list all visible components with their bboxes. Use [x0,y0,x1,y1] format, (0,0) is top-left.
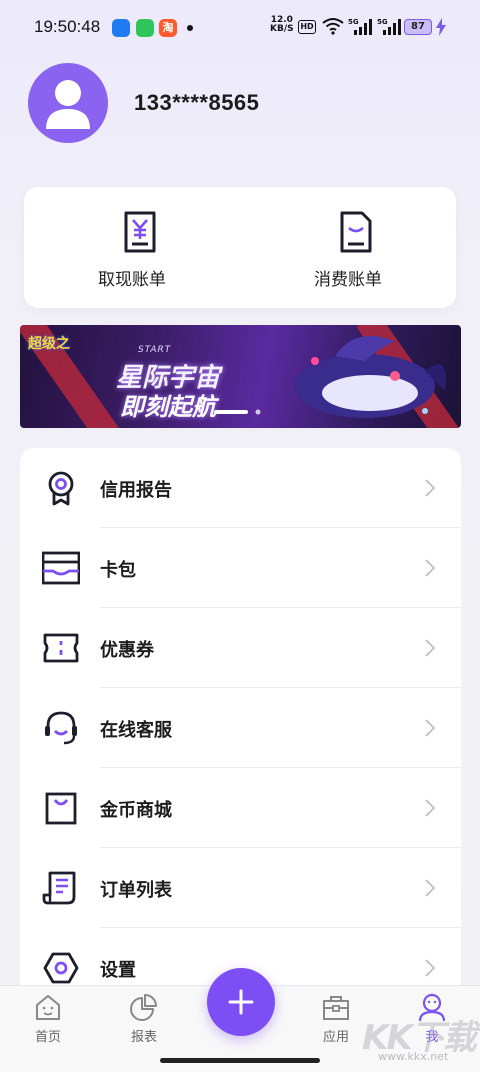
banner-title-line2: 即刻起航 [120,393,216,421]
hd-voice-icon: HD [298,20,316,34]
banner-page-indicator [214,409,261,415]
nav-home[interactable]: 首页 [8,986,88,1046]
status-time: 19:50:48 [34,17,101,36]
charging-bolt-icon [436,18,446,36]
phone-notification-icon [136,19,154,37]
signal-icon-2: 5G [377,17,401,41]
add-button[interactable] [207,968,275,1036]
consume-bill-button[interactable]: 消费账单 [240,187,456,308]
chevron-right-icon [425,959,436,977]
wifi-icon [322,18,344,35]
yuan-bill-icon [124,211,156,253]
promo-banner[interactable]: 超级之 START 星际宇宙 即刻起航 [20,325,461,428]
menu-list: 信用报告 卡包 优惠券 在线客服 金币商城 订单列表 设置 [20,448,461,1008]
chevron-right-icon [425,879,436,897]
app-notification-icon [112,19,130,37]
ribbon-icon [48,471,74,506]
menu-label: 在线客服 [100,720,172,741]
banner-start-text: START [138,345,172,355]
home-icon [36,995,60,1020]
menu-item-online-service[interactable]: 在线客服 [20,688,461,768]
more-notifications-dot-icon [187,25,193,31]
pie-chart-icon [130,994,157,1021]
chevron-right-icon [425,799,436,817]
menu-item-order-list[interactable]: 订单列表 [20,848,461,928]
coupon-icon [43,633,79,663]
taobao-notification-icon: 淘 [159,19,177,37]
consume-bill-label: 消费账单 [314,270,382,290]
settings-hex-icon [43,952,79,984]
card-wallet-icon [42,551,80,585]
shopping-bag-icon [45,792,77,825]
menu-label: 设置 [100,960,136,981]
menu-item-credit-report[interactable]: 信用报告 [20,448,461,528]
game-logo: 超级之 [28,336,70,352]
nav-report[interactable]: 报表 [104,986,184,1046]
signal-icon-1: 5G [348,17,372,41]
user-silhouette-icon [46,80,90,129]
chevron-right-icon [425,639,436,657]
plus-icon [228,989,254,1015]
watermark-url: www.kkx.net [378,1050,449,1063]
chevron-right-icon [425,719,436,737]
withdraw-bill-button[interactable]: 取现账单 [24,187,240,308]
network-speed-unit: KB/S [270,24,294,34]
receipt-icon [340,211,372,253]
menu-item-card-wallet[interactable]: 卡包 [20,528,461,608]
headset-icon [45,711,77,745]
network-speed: 12.0 KB/S [270,16,294,34]
menu-item-coin-mall[interactable]: 金币商城 [20,768,461,848]
orca-illustration [295,336,446,418]
menu-label: 优惠券 [100,640,154,661]
bills-card: 取现账单 消费账单 [24,187,456,308]
status-bar: 19:50:48 淘 12.0 KB/S HD 5G 5G 87 [0,0,480,56]
avatar[interactable] [28,63,108,143]
menu-label: 订单列表 [100,880,172,901]
menu-label: 卡包 [100,560,136,581]
toolbox-icon [323,996,349,1020]
chevron-right-icon [425,479,436,497]
menu-label: 信用报告 [100,480,172,501]
chevron-right-icon [425,559,436,577]
menu-label: 金币商城 [100,800,172,821]
home-indicator[interactable] [160,1058,320,1063]
menu-item-coupons[interactable]: 优惠券 [20,608,461,688]
sig2-label: 5G [377,18,388,26]
nav-report-label: 报表 [130,1030,157,1045]
order-list-icon [42,871,76,905]
nav-home-label: 首页 [34,1030,61,1045]
battery-indicator: 87 [404,19,432,35]
username[interactable]: 133****8565 [134,90,259,116]
withdraw-bill-label: 取现账单 [98,270,166,290]
sig1-label: 5G [348,18,359,26]
